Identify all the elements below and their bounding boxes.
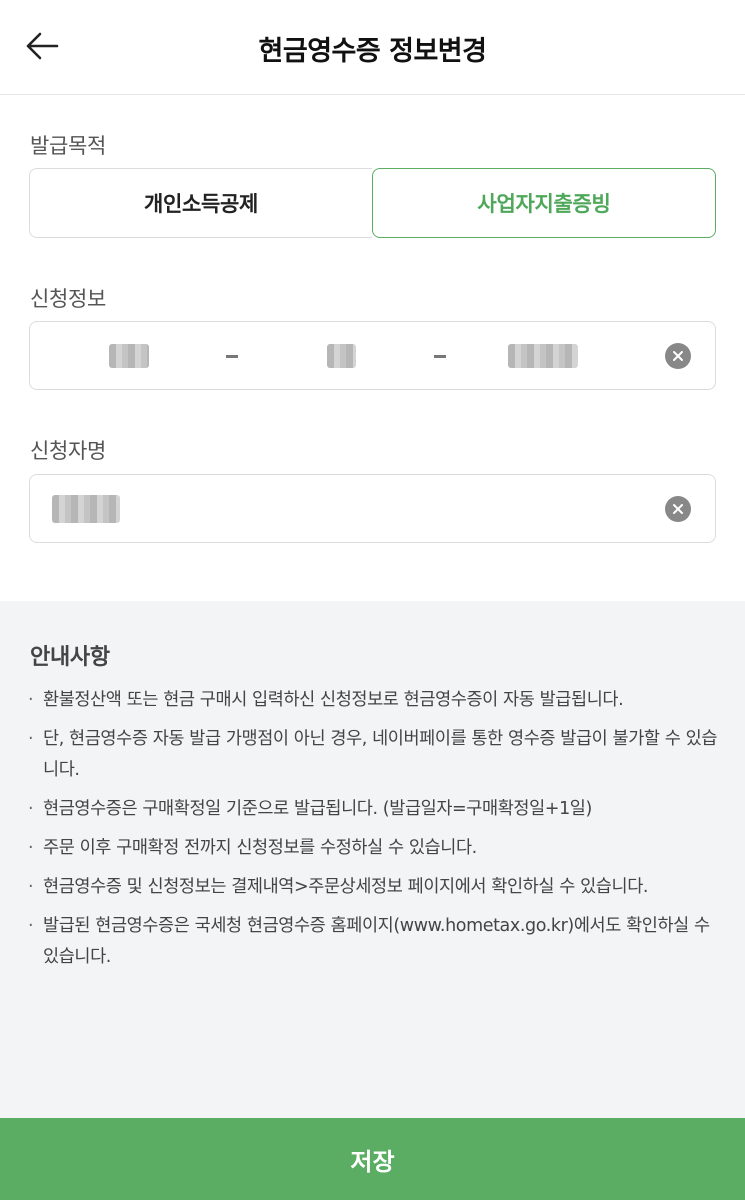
notice-section: 안내사항 환불정산액 또는 현금 구매시 입력하신 신청정보로 현금영수증이 자… (0, 601, 745, 1121)
save-button[interactable]: 저장 (0, 1118, 745, 1200)
header-bar: 현금영수증 정보변경 (0, 0, 745, 95)
notice-item: 환불정산액 또는 현금 구매시 입력하신 신청정보로 현금영수증이 자동 발급됩… (28, 685, 718, 716)
purpose-segmented-control: 개인소득공제 사업자지출증빙 (29, 168, 716, 238)
option-business-proof[interactable]: 사업자지출증빙 (372, 168, 716, 238)
notice-item: 단, 현금영수증 자동 발급 가맹점이 아닌 경우, 네이버페이를 통한 영수증… (28, 724, 718, 786)
page-title: 현금영수증 정보변경 (258, 36, 487, 67)
notice-title: 안내사항 (30, 645, 110, 670)
notice-list: 환불정산액 또는 현금 구매시 입력하신 신청정보로 현금영수증이 자동 발급됩… (28, 685, 718, 981)
info-label: 신청정보 (30, 287, 107, 311)
notice-item: 주문 이후 구매확정 전까지 신청정보를 수정하실 수 있습니다. (28, 833, 718, 864)
clear-circle-icon (673, 351, 683, 361)
clear-circle-icon (673, 504, 683, 514)
notice-item: 현금영수증은 구매확정일 기준으로 발급됩니다. (발급일자=구매확정일+1일) (28, 794, 718, 825)
separator-dash (434, 355, 446, 358)
separator-dash (226, 355, 238, 358)
masked-value-part2 (327, 344, 356, 368)
name-input-field[interactable] (29, 474, 716, 543)
name-clear-button[interactable] (665, 496, 691, 522)
purpose-label: 발급목적 (30, 134, 107, 158)
notice-item: 현금영수증 및 신청정보는 결제내역>주문상세정보 페이지에서 확인하실 수 있… (28, 872, 718, 903)
masked-name-value (52, 495, 120, 523)
masked-value-part1 (109, 344, 149, 368)
option-personal-deduction[interactable]: 개인소득공제 (29, 168, 372, 238)
info-input-field[interactable] (29, 321, 716, 390)
name-label: 신청자명 (30, 439, 107, 463)
masked-value-part3 (508, 344, 578, 368)
notice-item: 발급된 현금영수증은 국세청 현금영수증 홈페이지(www.hometax.go… (28, 911, 718, 973)
info-clear-button[interactable] (665, 343, 691, 369)
